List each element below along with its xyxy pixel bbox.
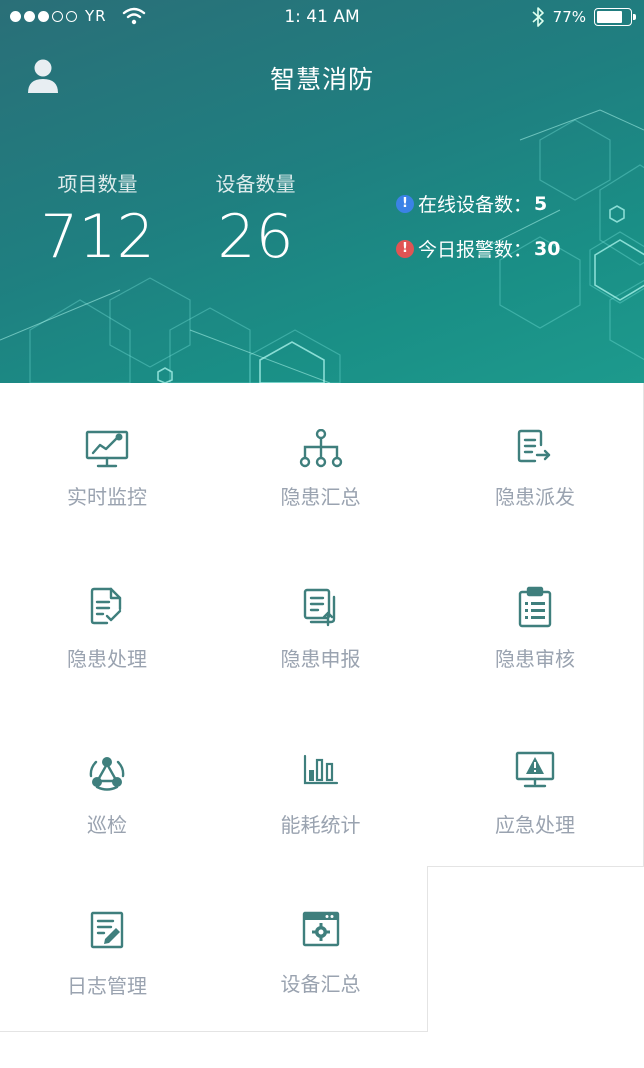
menu-item-label: 隐患派发 [495, 485, 575, 509]
battery-percent: 77% [552, 8, 586, 26]
menu-item-label: 隐患审核 [495, 647, 575, 671]
online-devices-info: ! 在线设备数： 5 [396, 190, 547, 217]
menu-item-label: 能耗统计 [280, 813, 361, 837]
menu-item-hazard-dispatch[interactable]: 隐患派发 [427, 383, 644, 544]
menu-item-hazard-handling[interactable]: 隐患处理 [0, 543, 215, 705]
log-edit-icon [90, 911, 124, 949]
menu-item-log-management[interactable]: 日志管理 [0, 866, 215, 1032]
documents-upload-icon [303, 588, 335, 627]
menu-item-hazard-report[interactable]: 隐患申报 [214, 543, 428, 705]
page-title: 智慧消防 [269, 65, 374, 94]
alert-icon: ! [396, 239, 414, 258]
info-value: 30 [534, 237, 561, 260]
stat-value: 712 [40, 202, 155, 272]
battery-fill [597, 11, 622, 23]
monitor-chart-icon [85, 430, 129, 468]
info-label: 今日报警数： [418, 239, 533, 261]
menu-item-label: 实时监控 [67, 485, 147, 509]
menu-item-realtime-monitoring[interactable]: 实时监控 [0, 383, 215, 544]
menu-item-patrol[interactable]: 巡检 [0, 704, 215, 867]
battery-icon [594, 8, 636, 26]
stat-value: 26 [217, 202, 294, 272]
info-label: 在线设备数： [418, 194, 533, 216]
menu-item-label: 设备汇总 [280, 972, 361, 996]
menu-item-label: 日志管理 [67, 974, 147, 998]
menu-item-label: 隐患处理 [67, 647, 147, 671]
menu-item-label: 隐患申报 [280, 647, 361, 671]
hierarchy-icon [299, 429, 342, 468]
stat-project-count: 项目数量 712 [40, 168, 155, 267]
bluetooth-icon [532, 7, 544, 27]
stat-label: 项目数量 [57, 172, 138, 196]
info-value: 5 [534, 192, 548, 215]
today-alarms-info: ! 今日报警数： 30 [396, 235, 560, 262]
stat-label: 设备数量 [215, 172, 296, 196]
menu-item-hazard-summary[interactable]: 隐患汇总 [214, 383, 428, 544]
document-send-icon [517, 429, 551, 463]
info-icon: ! [396, 194, 414, 213]
menu-item-device-summary[interactable]: 设备汇总 [214, 866, 428, 1032]
menu-item-label: 巡检 [87, 813, 127, 837]
clipboard-list-icon [518, 586, 552, 628]
menu-item-label: 隐患汇总 [280, 485, 361, 509]
menu-item-hazard-review[interactable]: 隐患审核 [427, 543, 644, 705]
menu-item-energy-statistics[interactable]: 能耗统计 [214, 704, 428, 867]
device-settings-icon [302, 911, 339, 947]
status-bar: YR 1: 41 AM 77% [0, 0, 644, 34]
menu-item-label: 应急处理 [495, 813, 575, 837]
monitor-warning-icon [515, 751, 555, 788]
patrol-network-icon [89, 757, 125, 791]
header-banner: YR 1: 41 AM 77% 智慧消防 项目数量 712 设备数量 26 ! … [0, 0, 644, 383]
bar-chart-icon [303, 754, 338, 785]
menu-item-emergency-handling[interactable]: 应急处理 [427, 704, 644, 867]
stat-device-count: 设备数量 26 [198, 168, 313, 267]
document-check-icon [90, 587, 122, 625]
